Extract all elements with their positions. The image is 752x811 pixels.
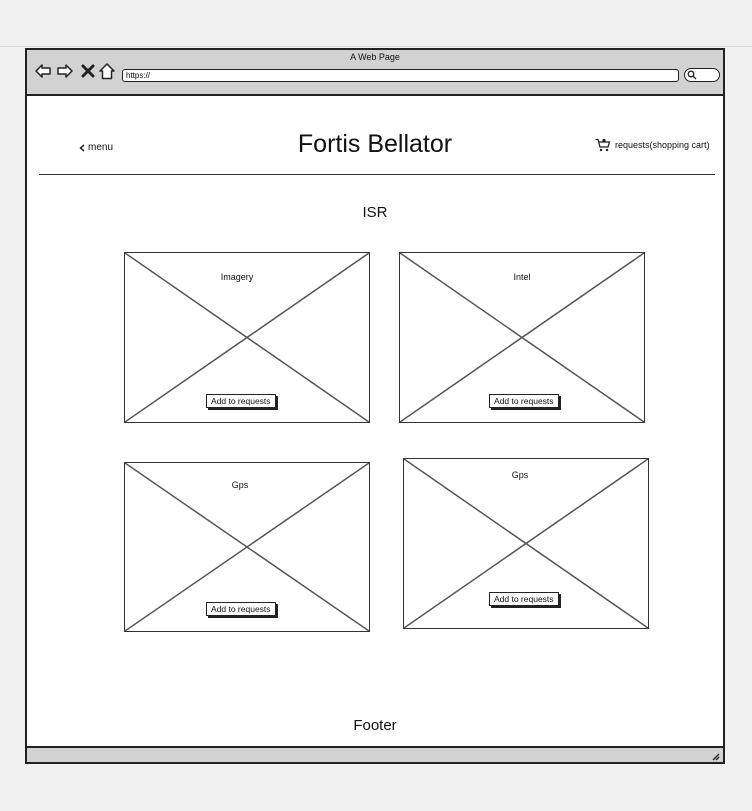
add-to-requests-button[interactable]: Add to requests xyxy=(489,592,559,606)
browser-search-field[interactable] xyxy=(684,68,720,82)
resize-grip-icon[interactable] xyxy=(710,751,720,761)
product-card: Imagery Add to requests xyxy=(124,252,370,423)
card-label: Gps xyxy=(231,480,249,490)
shopping-cart-icon xyxy=(595,138,611,152)
card-label: Imagery xyxy=(220,272,254,282)
browser-window: A Web Page https:// menu Fortis Bellator xyxy=(25,48,725,764)
window-title: A Web Page xyxy=(350,52,400,62)
stop-x-icon[interactable] xyxy=(81,63,95,79)
product-card: Gps Add to requests xyxy=(124,462,370,632)
search-icon xyxy=(687,70,697,80)
browser-statusbar xyxy=(27,746,723,762)
cart-label: requests(shopping cart) xyxy=(615,140,710,150)
footer-label: Footer xyxy=(353,717,397,734)
url-bar[interactable]: https:// xyxy=(122,69,679,82)
back-arrow-icon[interactable] xyxy=(35,63,51,79)
add-to-requests-button[interactable]: Add to requests xyxy=(206,602,276,616)
top-strip xyxy=(0,0,752,47)
card-label: Intel xyxy=(513,272,531,282)
browser-titlebar: A Web Page https:// xyxy=(27,50,723,96)
shopping-cart-link[interactable]: requests(shopping cart) xyxy=(595,138,710,152)
product-card: Gps Add to requests xyxy=(403,458,649,629)
add-to-requests-button[interactable]: Add to requests xyxy=(206,394,276,408)
forward-arrow-icon[interactable] xyxy=(57,63,73,79)
product-card: Intel Add to requests xyxy=(399,252,645,423)
section-title: ISR xyxy=(362,204,388,221)
card-label: Gps xyxy=(511,470,529,480)
header-divider xyxy=(39,174,715,175)
add-to-requests-button[interactable]: Add to requests xyxy=(489,394,559,408)
home-icon[interactable] xyxy=(99,63,115,80)
